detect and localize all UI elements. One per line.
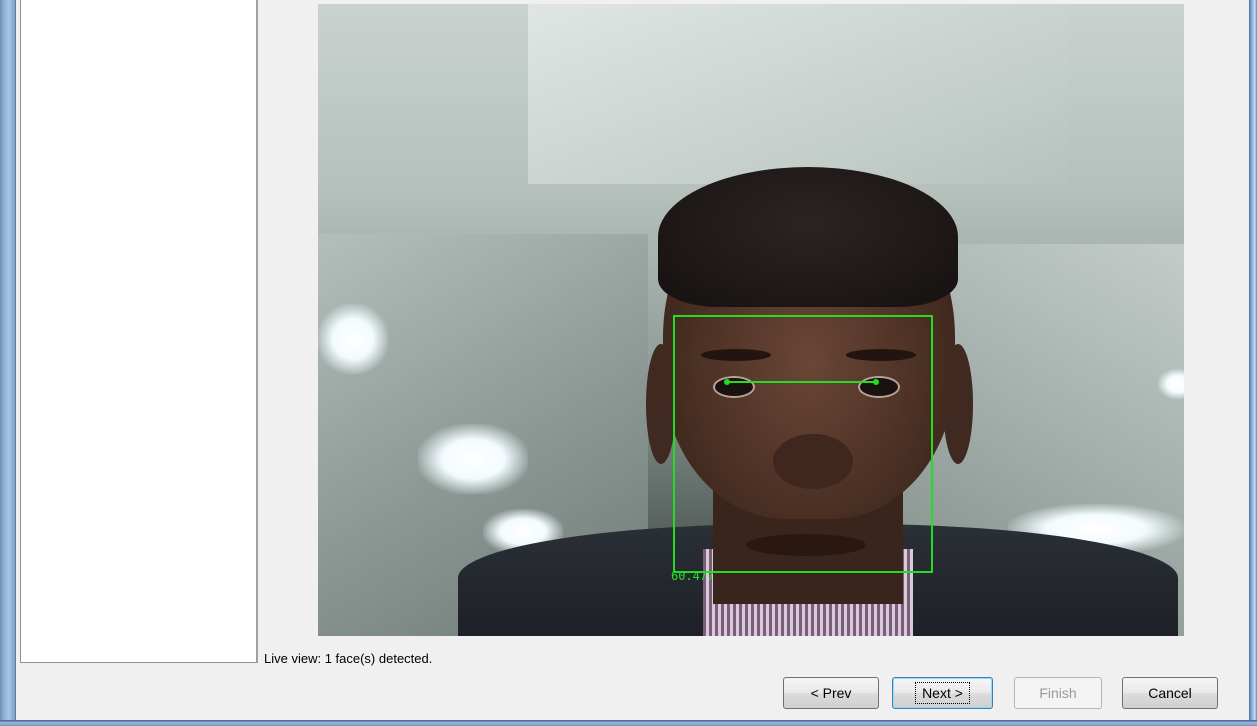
status-text: Live view: 1 face(s) detected. — [264, 651, 433, 666]
window-bottom-border — [0, 720, 1257, 726]
live-camera-view: 60.477 — [318, 4, 1184, 636]
window-left-border — [0, 0, 16, 726]
wizard-content: 60.477 Live view: 1 face(s) detected. < … — [16, 0, 1249, 720]
face-detection-overlay — [673, 315, 933, 573]
face-confidence-score: 60.477 — [671, 569, 715, 583]
next-button-label: Next > — [915, 682, 970, 704]
right-eye-marker — [873, 379, 879, 385]
wizard-step-panel — [20, 0, 258, 663]
cancel-button-label: Cancel — [1148, 685, 1192, 701]
face-bounding-box — [673, 315, 933, 573]
window-right-border — [1249, 0, 1257, 726]
prev-button-label: < Prev — [810, 685, 852, 701]
finish-button[interactable]: Finish — [1014, 677, 1102, 709]
left-eye-marker — [724, 379, 730, 385]
cancel-button[interactable]: Cancel — [1122, 677, 1218, 709]
finish-button-label: Finish — [1039, 685, 1077, 701]
next-button[interactable]: Next > — [892, 677, 993, 709]
prev-button[interactable]: < Prev — [783, 677, 879, 709]
